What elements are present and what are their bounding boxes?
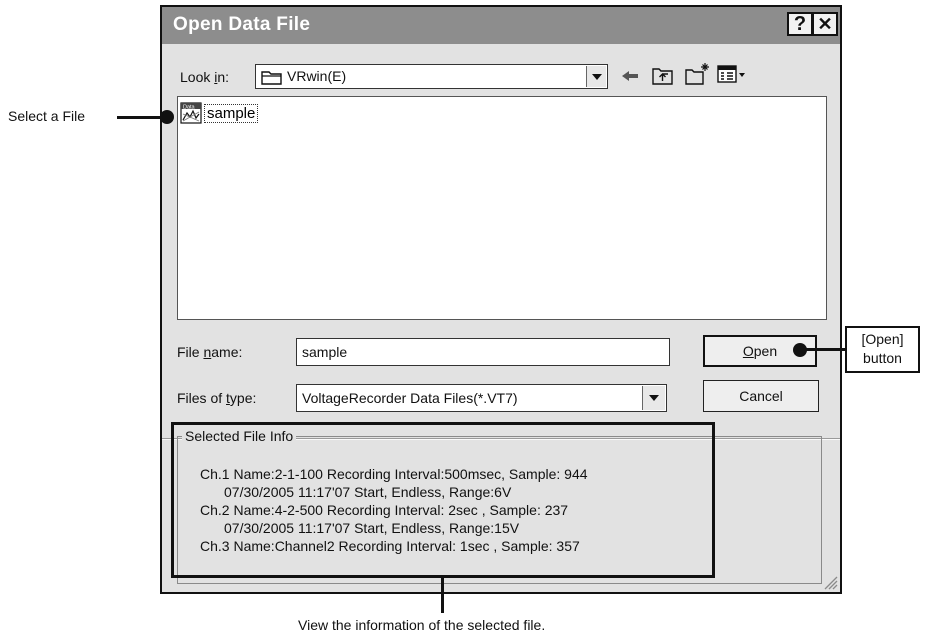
look-in-value: VRwin(E) — [287, 68, 347, 84]
open-button-label: Open — [742, 343, 778, 359]
chevron-down-icon — [591, 73, 602, 80]
callout-info-line — [441, 578, 444, 613]
resize-grip-icon[interactable] — [822, 574, 838, 590]
look-in-dropdown[interactable]: VRwin(E) — [255, 64, 608, 89]
callout-select-file-dot — [160, 110, 174, 124]
callout-view-info: View the information of the selected fil… — [298, 617, 546, 633]
callout-select-file: Select a File — [8, 108, 86, 124]
help-button[interactable]: ? — [787, 12, 813, 36]
callout-open-box: [Open] button — [845, 326, 920, 373]
file-list-pane[interactable]: Data sample — [177, 96, 827, 320]
chevron-down-icon — [649, 395, 659, 401]
file-name-label: File name: — [177, 344, 243, 360]
back-arrow-icon[interactable] — [620, 68, 640, 84]
look-in-label: Look in: — [180, 69, 230, 85]
close-button[interactable]: ✕ — [812, 12, 838, 36]
file-name-input[interactable]: sample — [296, 338, 670, 366]
title-bar[interactable]: Open Data File ? ✕ — [162, 7, 840, 44]
file-type-dropdown-button[interactable] — [642, 386, 665, 410]
cancel-button[interactable]: Cancel — [703, 380, 819, 412]
new-folder-icon[interactable] — [685, 62, 711, 85]
callout-select-file-line — [117, 116, 164, 119]
file-name-value: sample — [302, 344, 348, 360]
callout-open-line — [805, 348, 845, 351]
svg-text:Data: Data — [183, 104, 196, 110]
file-type-dropdown[interactable]: VoltageRecorder Data Files(*.VT7) — [296, 384, 667, 412]
callout-info-box — [171, 422, 715, 578]
look-in-dropdown-button[interactable] — [586, 66, 606, 87]
file-name-sample[interactable]: sample — [204, 104, 259, 123]
file-type-value: VoltageRecorder Data Files(*.VT7) — [302, 390, 518, 406]
list-item[interactable]: Data sample — [180, 102, 300, 124]
callout-open-line1: [Open] — [861, 331, 904, 347]
data-file-icon: Data — [180, 102, 202, 124]
window-title: Open Data File — [173, 14, 311, 35]
folder-icon — [261, 71, 282, 85]
file-type-label: Files of type: — [177, 390, 257, 406]
view-menu-icon[interactable] — [717, 65, 747, 84]
callout-open-line2: button — [863, 350, 902, 366]
callout-open-dot — [793, 343, 807, 357]
up-folder-icon[interactable] — [652, 65, 674, 85]
close-icon: ✕ — [817, 13, 833, 34]
